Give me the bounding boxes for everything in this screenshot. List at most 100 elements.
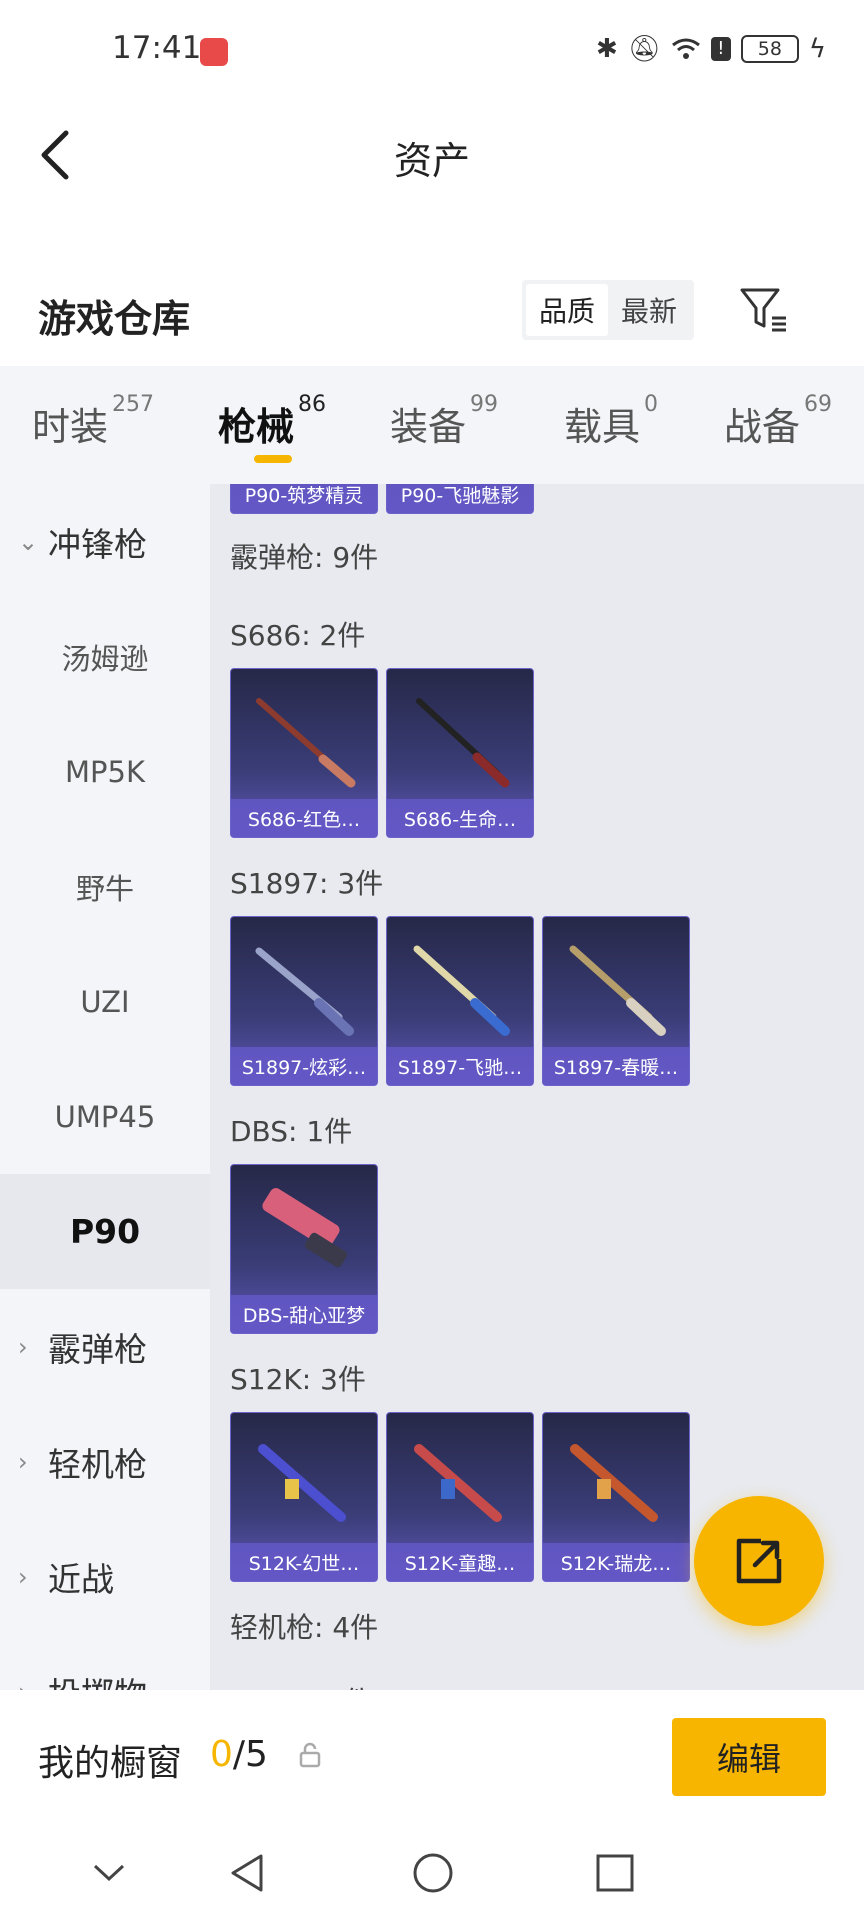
group-label: M249: 1件	[230, 1680, 372, 1690]
showcase-current: 0	[210, 1734, 233, 1775]
share-icon	[736, 1538, 782, 1584]
item-card[interactable]: S1897-春暖…	[542, 916, 690, 1086]
chevron-right-icon: ›	[18, 1332, 28, 1361]
nav-recents-button[interactable]	[590, 1848, 640, 1898]
triangle-back-icon	[231, 1854, 263, 1892]
tab-equipment[interactable]: 装备99	[390, 392, 498, 451]
section-header: 霰弹枪: 9件	[230, 541, 379, 574]
tab-active-indicator	[254, 455, 292, 463]
sidebar: ⌄ 冲锋枪 汤姆逊 MP5K 野牛 UZI UMP45 P90 › 霰弹枪 › …	[0, 484, 210, 1690]
system-nav-bar	[0, 1826, 864, 1920]
tab-outfits[interactable]: 时装257	[32, 392, 154, 451]
showcase-count: 0/5	[210, 1734, 268, 1775]
square-recents-icon	[596, 1854, 634, 1892]
group-label: DBS: 1件	[230, 1115, 353, 1148]
shotgun-icon	[258, 1444, 346, 1522]
nav-home-button[interactable]	[408, 1848, 458, 1898]
sidebar-category-lmg[interactable]: › 轻机枪	[0, 1404, 210, 1519]
tab-count: 257	[112, 392, 155, 417]
sidebar-item-label: P90	[69, 1212, 141, 1251]
status-time: 17:41	[112, 30, 202, 66]
item-card-name: S1897-飞驰…	[387, 1047, 533, 1085]
status-bar: 17:41 ✱ 🔕︎ ! 58 ϟ	[0, 0, 864, 100]
shotgun-icon	[414, 1444, 502, 1522]
item-card[interactable]: S686-生命…	[386, 668, 534, 838]
sidebar-item-ump45[interactable]: UMP45	[0, 1059, 210, 1174]
item-card-name: S12K-幻世…	[231, 1543, 377, 1581]
showcase-total: /5	[232, 1734, 268, 1775]
item-card-name: S1897-春暖…	[543, 1047, 689, 1085]
item-card[interactable]: P90-飞驰魅影	[386, 484, 534, 514]
sidebar-category-throwables[interactable]: › 投掷物	[0, 1634, 210, 1691]
wifi-icon	[671, 38, 700, 59]
lock-icon	[299, 1742, 321, 1768]
item-card-name: S12K-童趣…	[387, 1543, 533, 1581]
item-card[interactable]: S686-红色…	[230, 668, 378, 838]
shotgun-icon	[256, 698, 356, 788]
tab-label: 战备	[724, 405, 801, 449]
chevron-down-icon	[93, 1864, 125, 1882]
tab-supplies[interactable]: 战备69	[724, 392, 832, 451]
chevron-down-icon: ⌄	[18, 527, 39, 556]
tab-count: 86	[298, 392, 327, 417]
warehouse-header: 游戏仓库 品质 最新	[0, 260, 864, 360]
showcase-label: 我的橱窗	[38, 1743, 183, 1784]
item-card-name: S12K-瑞龙…	[543, 1543, 689, 1581]
category-tabs: 时装257 枪械86 装备99 载具0 战备69	[0, 366, 864, 484]
sidebar-item-label: UMP45	[54, 1099, 156, 1134]
item-card-name: S1897-炫彩…	[231, 1047, 377, 1085]
sidebar-category-melee[interactable]: › 近战	[0, 1519, 210, 1634]
sidebar-item-label: UZI	[80, 984, 130, 1019]
sidebar-item-mp5k[interactable]: MP5K	[0, 714, 210, 829]
share-fab[interactable]	[694, 1496, 824, 1626]
shotgun-icon	[570, 1444, 658, 1522]
app-header: 资产	[0, 100, 864, 210]
item-card-name: P90-筑梦精灵	[231, 484, 377, 513]
tab-count: 99	[470, 392, 499, 417]
item-card-name: DBS-甜心亚梦	[231, 1295, 377, 1333]
sidebar-item-label: 冲锋枪	[48, 524, 147, 564]
sidebar-item-thompson[interactable]: 汤姆逊	[0, 599, 210, 714]
shotgun-icon	[255, 947, 354, 1036]
warehouse-title: 游戏仓库	[38, 297, 191, 341]
shotgun-icon	[569, 945, 666, 1036]
item-card[interactable]: S12K-瑞龙…	[542, 1412, 690, 1582]
nav-back-button[interactable]	[222, 1848, 272, 1898]
item-card-name: S686-生命…	[387, 799, 533, 837]
sidebar-item-label: MP5K	[65, 754, 145, 789]
sidebar-item-uzi[interactable]: UZI	[0, 944, 210, 1059]
sort-option-quality[interactable]: 品质	[526, 284, 608, 336]
tab-firearms[interactable]: 枪械86	[218, 392, 326, 451]
section-header: 轻机枪: 4件	[230, 1611, 379, 1644]
edit-button[interactable]: 编辑	[672, 1718, 826, 1796]
tab-vehicles[interactable]: 载具0	[564, 392, 658, 451]
alert-icon: !	[710, 37, 731, 61]
sidebar-category-smg[interactable]: ⌄ 冲锋枪	[0, 484, 210, 599]
sidebar-item-p90[interactable]: P90	[0, 1174, 210, 1289]
nav-collapse-button[interactable]	[84, 1848, 134, 1898]
item-card[interactable]: S1897-炫彩…	[230, 916, 378, 1086]
item-card[interactable]: S1897-飞驰…	[386, 916, 534, 1086]
sidebar-item-bizon[interactable]: 野牛	[0, 829, 210, 944]
tab-label: 装备	[390, 405, 467, 449]
app-notification-icon	[200, 38, 228, 66]
sidebar-item-label: 轻机枪	[48, 1444, 147, 1484]
showcase-bar: 我的橱窗 0/5 编辑	[0, 1690, 864, 1826]
circle-home-icon	[413, 1853, 453, 1893]
filter-button[interactable]	[738, 284, 790, 336]
sort-toggle: 品质 最新	[522, 280, 694, 340]
mute-icon: 🔕︎	[627, 34, 661, 64]
item-card[interactable]: DBS-甜心亚梦	[230, 1164, 378, 1334]
sidebar-item-label: 近战	[48, 1559, 114, 1599]
group-label: S1897: 3件	[230, 867, 384, 900]
item-card[interactable]: S12K-幻世…	[230, 1412, 378, 1582]
sidebar-item-label: 投掷物	[48, 1668, 147, 1691]
item-card[interactable]: S12K-童趣…	[386, 1412, 534, 1582]
sidebar-category-shotgun[interactable]: › 霰弹枪	[0, 1289, 210, 1404]
tab-label: 时装	[32, 405, 109, 449]
sort-option-newest[interactable]: 最新	[608, 284, 690, 336]
page-title: 资产	[393, 139, 470, 183]
shotgun-icon	[413, 945, 510, 1036]
sidebar-item-label: 汤姆逊	[61, 641, 149, 676]
item-card[interactable]: P90-筑梦精灵	[230, 484, 378, 514]
